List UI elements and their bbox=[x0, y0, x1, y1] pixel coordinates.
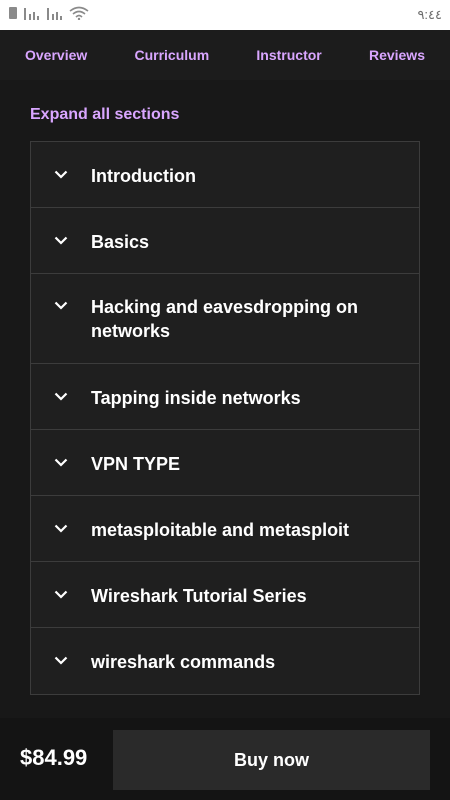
section-title: Introduction bbox=[91, 166, 196, 186]
section-title: Tapping inside networks bbox=[91, 388, 301, 408]
section-list: Introduction Basics Hacking and eavesdro… bbox=[30, 141, 420, 695]
section-item[interactable]: VPN TYPE bbox=[31, 430, 419, 496]
tab-instructor[interactable]: Instructor bbox=[256, 47, 321, 63]
signal-icon bbox=[23, 6, 41, 25]
tab-overview[interactable]: Overview bbox=[25, 47, 87, 63]
chevron-down-icon bbox=[31, 386, 91, 406]
expand-all-link[interactable]: Expand all sections bbox=[30, 106, 179, 124]
chevron-down-icon bbox=[31, 230, 91, 250]
status-bar: ٩:٤٤ bbox=[0, 0, 450, 30]
section-item[interactable]: wireshark commands bbox=[31, 628, 419, 694]
curriculum-content: Expand all sections Introduction Basics … bbox=[0, 80, 450, 718]
chevron-down-icon bbox=[31, 164, 91, 184]
chevron-down-icon bbox=[31, 584, 91, 604]
section-title: VPN TYPE bbox=[91, 454, 181, 474]
section-title: wireshark commands bbox=[91, 652, 276, 672]
section-item[interactable]: Wireshark Tutorial Series bbox=[31, 562, 419, 628]
course-tabs: Overview Curriculum Instructor Reviews bbox=[0, 30, 450, 80]
section-title: Hacking and eavesdropping on networks bbox=[91, 297, 359, 341]
chevron-down-icon bbox=[31, 650, 91, 670]
signal-icon bbox=[46, 6, 64, 25]
chevron-down-icon bbox=[31, 452, 91, 472]
section-item[interactable]: metasploitable and metasploit bbox=[31, 496, 419, 562]
sim-icon bbox=[8, 6, 18, 25]
chevron-down-icon bbox=[31, 518, 91, 538]
section-item[interactable]: Basics bbox=[31, 208, 419, 274]
tab-reviews[interactable]: Reviews bbox=[369, 47, 425, 63]
section-item[interactable]: Tapping inside networks bbox=[31, 364, 419, 430]
tab-curriculum[interactable]: Curriculum bbox=[134, 47, 209, 63]
buy-now-button[interactable]: Buy now bbox=[113, 730, 430, 790]
purchase-bar: $84.99 Buy now bbox=[0, 718, 450, 800]
section-item[interactable]: Introduction bbox=[31, 142, 419, 208]
chevron-down-icon bbox=[31, 295, 91, 315]
section-item[interactable]: Hacking and eavesdropping on networks bbox=[31, 274, 419, 364]
section-title: Basics bbox=[91, 232, 150, 252]
wifi-icon bbox=[69, 6, 89, 25]
status-icons bbox=[8, 6, 89, 25]
section-title: metasploitable and metasploit bbox=[91, 520, 350, 540]
course-price: $84.99 bbox=[20, 745, 88, 770]
status-time: ٩:٤٤ bbox=[417, 7, 442, 22]
section-title: Wireshark Tutorial Series bbox=[91, 586, 307, 606]
